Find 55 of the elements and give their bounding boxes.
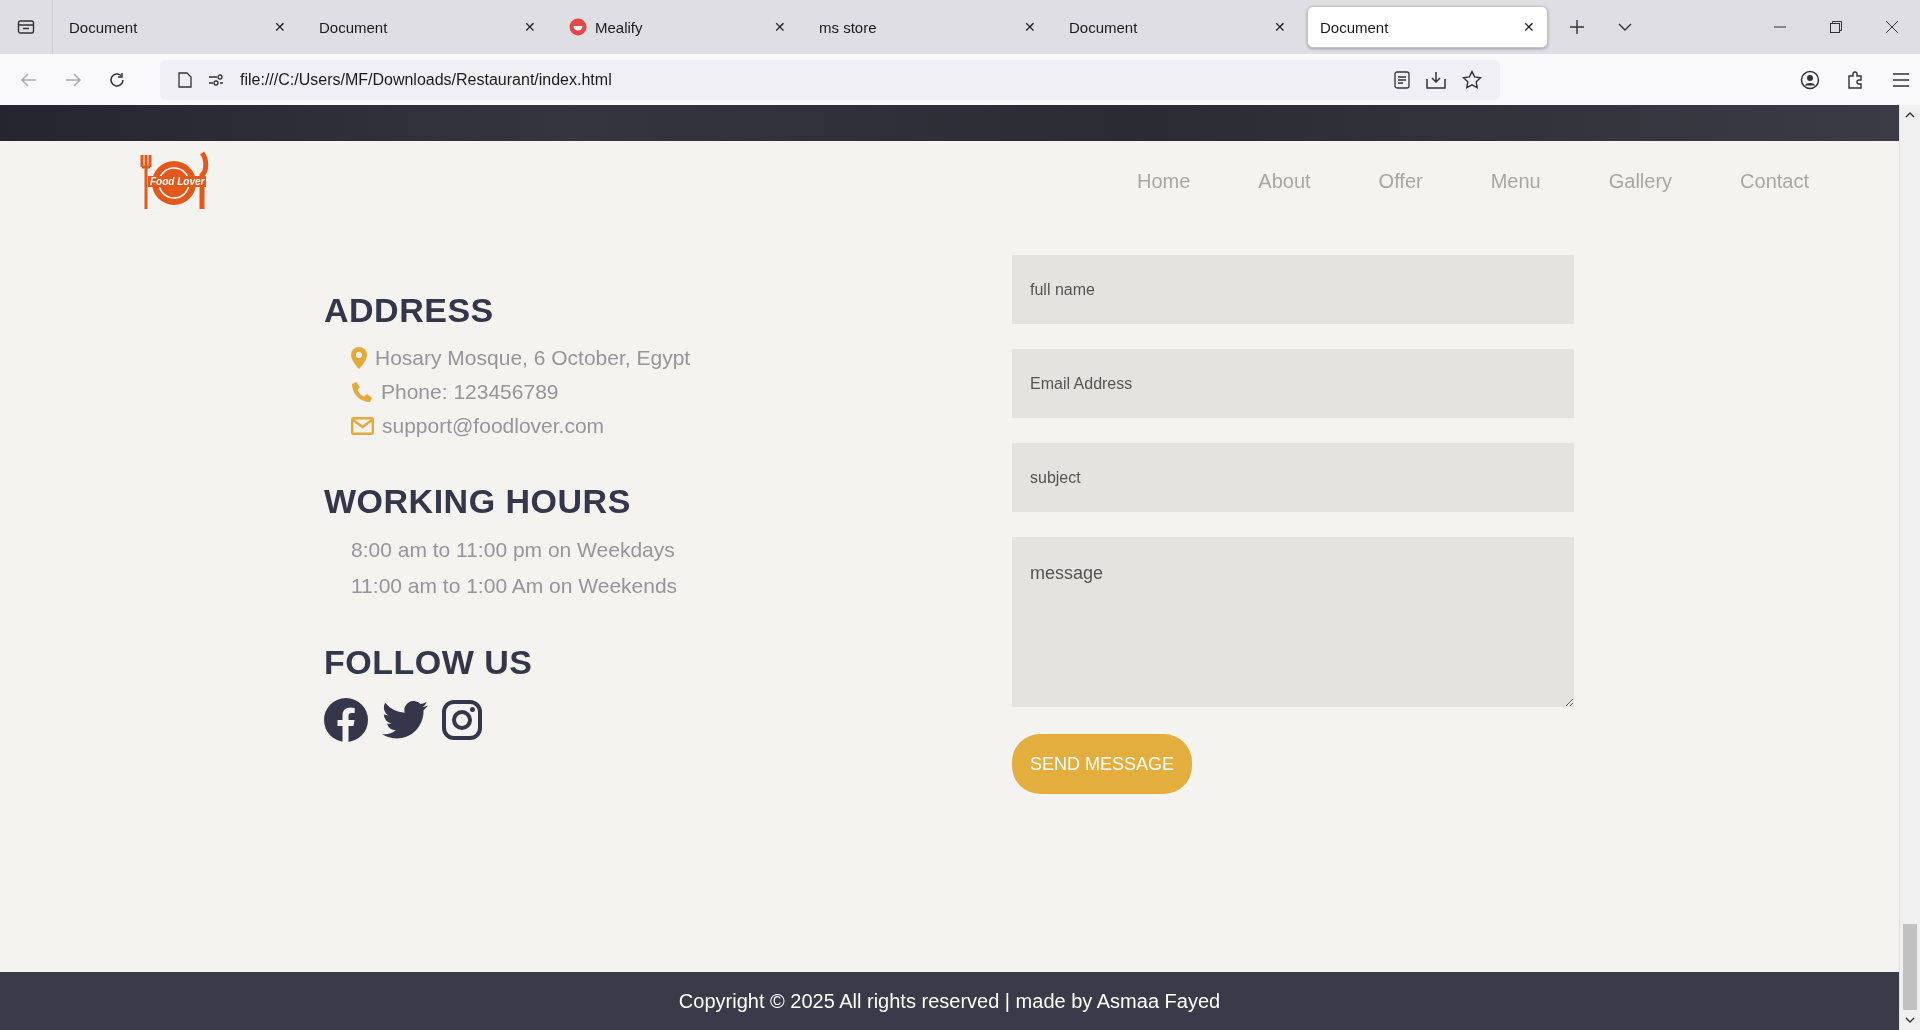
section-heading: ADDRESS [324, 291, 495, 330]
close-tab-icon[interactable]: ✕ [1024, 19, 1036, 35]
twitter-bird-icon[interactable] [382, 701, 428, 739]
close-window-icon[interactable] [1886, 21, 1898, 33]
section-heading: WORKING HOURS [324, 482, 632, 521]
page-icon [178, 71, 192, 88]
vertical-scrollbar[interactable] [1899, 105, 1920, 1030]
url-text: file:///C:/Users/MF/Downloads/Restaurant/index.html [240, 70, 612, 89]
tab-title: Document [319, 18, 389, 36]
close-tab-icon[interactable]: ✕ [274, 19, 286, 35]
site-settings-icon[interactable] [208, 72, 224, 87]
hours-text: 8:00 am to 11:00 pm on Weekdays [351, 537, 676, 563]
new-tab-icon[interactable] [1569, 19, 1585, 35]
copyright-text: Copyright © 2025 All rights reserved | made by Asmaa Fayed [678, 989, 1221, 1013]
close-tab-icon[interactable]: ✕ [1274, 19, 1286, 35]
form-input-field[interactable]: Email Address [1012, 349, 1574, 418]
form-input-field[interactable]: subject [1012, 443, 1574, 512]
url-field[interactable]: file:///C:/Users/MF/Downloads/Restaurant/index.html [160, 59, 1500, 100]
browser-tab[interactable]: ms store ✕ [807, 6, 1048, 48]
browser-tab[interactable]: Document ✕ [57, 6, 298, 48]
account-icon[interactable] [1800, 69, 1820, 90]
reload-icon[interactable] [108, 70, 126, 89]
reader-view-icon[interactable] [1394, 70, 1410, 89]
contact-detail: Hosary Mosque, 6 October, Egypt [375, 346, 691, 370]
envelope-icon [351, 417, 374, 435]
bowl-icon [569, 18, 587, 36]
tab-title: Document [1320, 18, 1390, 36]
hours-text: 11:00 am to 1:00 Am on Weekends [351, 573, 679, 599]
instagram-icon[interactable] [442, 700, 482, 740]
tab-title: Mealify [595, 18, 644, 36]
phone-icon [351, 381, 373, 403]
close-tab-icon[interactable]: ✕ [774, 19, 786, 35]
tab-overview-icon[interactable] [17, 18, 35, 36]
form-input-field[interactable]: full name [1012, 255, 1574, 324]
message-field[interactable]: message [1012, 537, 1574, 707]
tab-title: ms store [819, 18, 878, 36]
map-pin-icon [351, 347, 367, 369]
browser-tab[interactable]: Mealify ✕ [557, 6, 798, 48]
restore-icon[interactable] [1830, 21, 1842, 33]
browser-tab[interactable]: Document ✕ [307, 6, 548, 48]
facebook-icon[interactable] [324, 698, 368, 742]
scrollbar-thumb[interactable] [1903, 924, 1917, 1010]
browser-tab[interactable]: Document ✕ [1307, 6, 1548, 48]
bookmark-star-icon[interactable] [1462, 69, 1482, 90]
download-icon[interactable] [1426, 70, 1446, 89]
tab-title: Document [69, 18, 139, 36]
restaurant-logo[interactable]: Food Lover [138, 151, 210, 211]
contact-detail: support@foodlover.com [382, 414, 605, 438]
section-heading: FOLLOW US [324, 643, 534, 682]
tab-title: Document [1069, 18, 1139, 36]
menu-icon[interactable] [1892, 71, 1910, 88]
close-tab-icon[interactable]: ✕ [1523, 19, 1535, 35]
contact-detail: Phone: 123456789 [381, 380, 559, 404]
browser-tab[interactable]: Document ✕ [1057, 6, 1298, 48]
close-tab-icon[interactable]: ✕ [524, 19, 536, 35]
